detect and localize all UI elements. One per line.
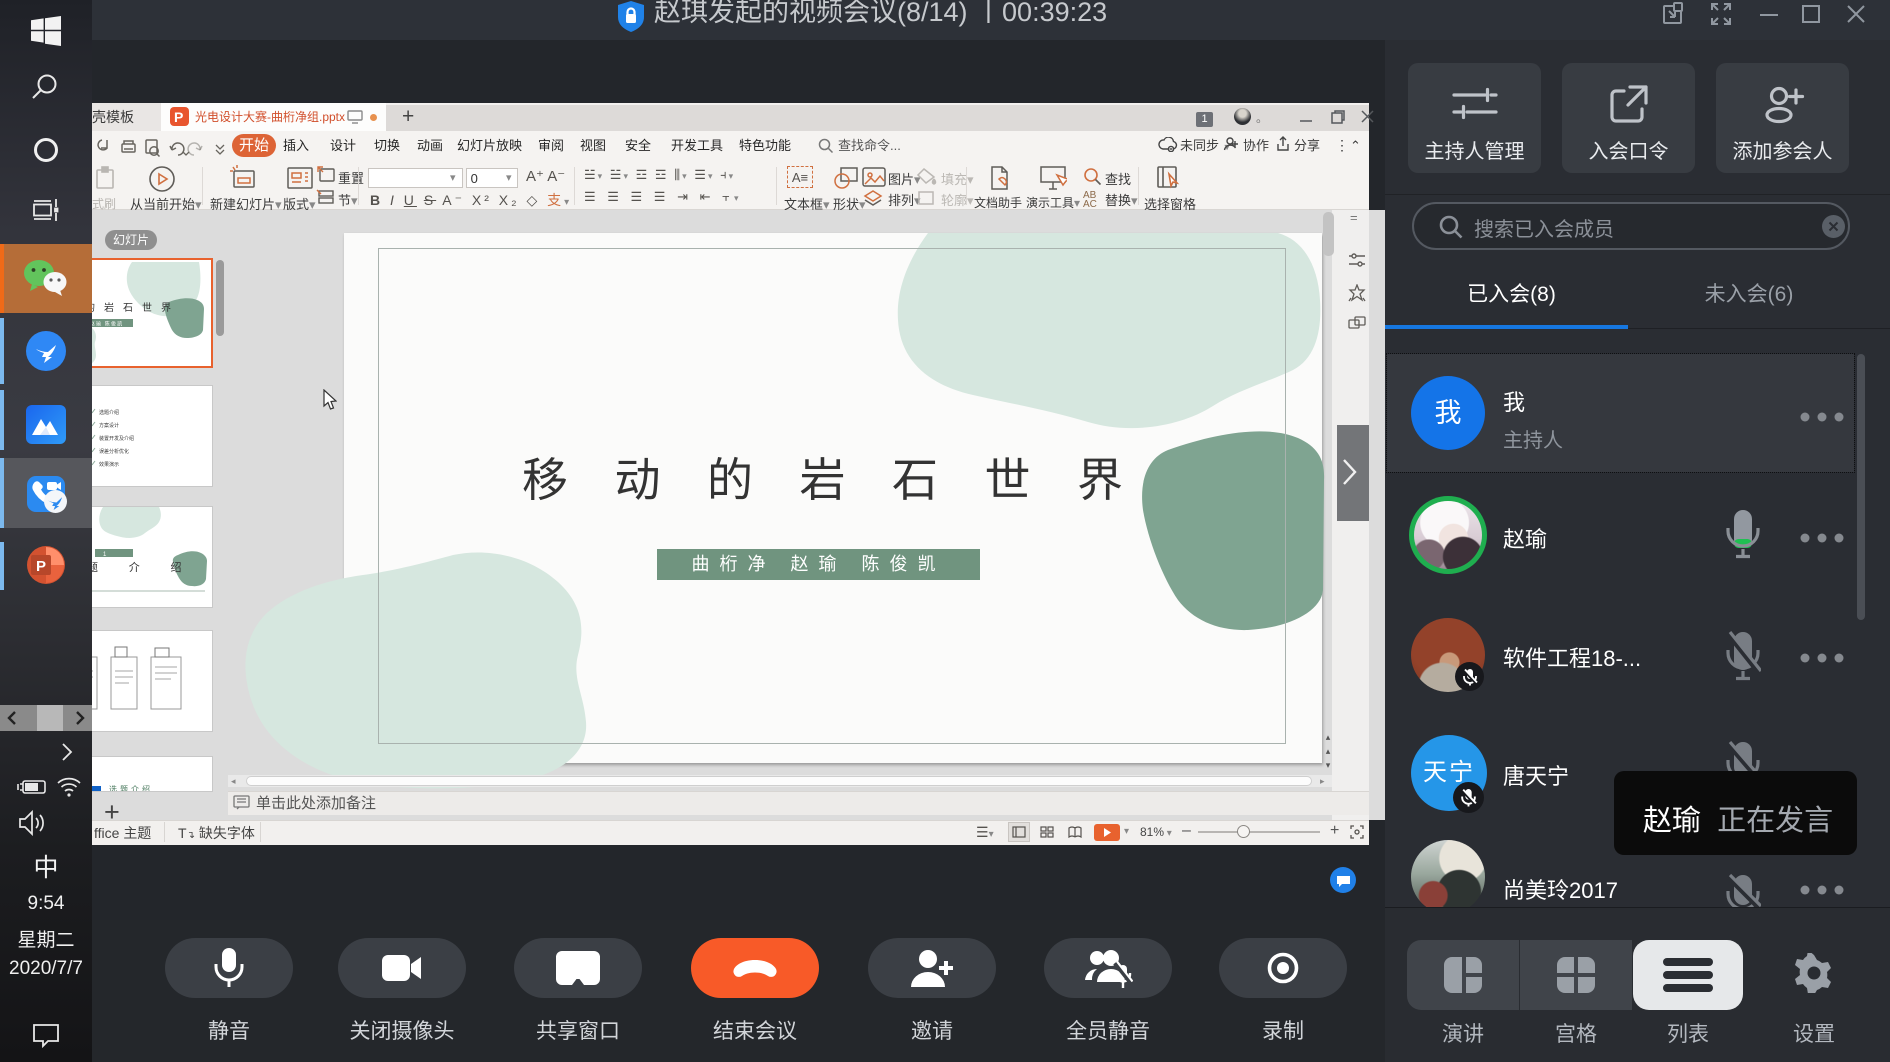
svg-text:选题介绍: 选题介绍 bbox=[109, 784, 153, 792]
svg-text:的岩石世界: 的岩石世界 bbox=[92, 301, 180, 314]
svg-text:P: P bbox=[36, 558, 46, 575]
svg-text:装置开发及介绍: 装置开发及介绍 bbox=[99, 435, 134, 442]
svg-text:误差分析优化: 误差分析优化 bbox=[99, 448, 129, 455]
svg-text:题 介 绍: 题 介 绍 bbox=[92, 560, 196, 574]
svg-text:净 赵瑜 陈俊凯: 净 赵瑜 陈俊凯 bbox=[92, 321, 123, 328]
svg-text:效果演示: 效果演示 bbox=[99, 461, 119, 468]
svg-text:方案设计: 方案设计 bbox=[99, 422, 119, 429]
svg-text:选题介绍: 选题介绍 bbox=[99, 409, 119, 416]
